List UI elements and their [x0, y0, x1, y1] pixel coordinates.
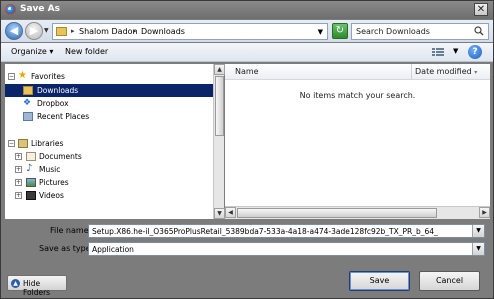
scroll-up-icon[interactable]: ▲	[214, 64, 225, 75]
libraries-icon	[18, 139, 28, 148]
save-as-dialog: Save As ✕ ◀ ▶ ▼ ▸ Shalom Dadon ▸ Downloa…	[0, 0, 494, 299]
file-name-field[interactable]: Setup.X86.he-il_O365ProPlusRetail_5389bd…	[88, 224, 485, 238]
list-scrollbar[interactable]: ◀ ▶	[225, 206, 490, 219]
chevron-right-icon: ▸	[133, 27, 137, 35]
scroll-left-icon[interactable]: ◀	[225, 207, 236, 218]
forward-arrow-icon: ▶	[29, 24, 39, 37]
sidebar-item-videos[interactable]: + Videos	[5, 189, 213, 202]
scroll-thumb[interactable]	[215, 76, 224, 136]
views-icon[interactable]	[432, 47, 444, 57]
sidebar-item-label: Music	[39, 165, 61, 174]
address-row: ◀ ▶ ▼ ▸ Shalom Dadon ▸ Downloads ▼ ↻ Sea…	[1, 20, 493, 42]
collapse-icon[interactable]: −	[8, 140, 15, 147]
search-placeholder: Search Downloads	[356, 27, 430, 36]
sidebar-item-recent-places[interactable]: Recent Places	[5, 110, 213, 123]
command-bar: Organize ▾ New folder ▼ ?	[1, 43, 493, 62]
hide-folders-label: Hide Folders	[23, 279, 51, 297]
sidebar-item-downloads[interactable]: Downloads	[5, 84, 213, 97]
chevron-right-icon: ▸	[71, 27, 75, 35]
navigation-pane: − ★ Favorites Downloads ❖ Dropbox Recent…	[5, 64, 213, 219]
pictures-icon	[26, 178, 36, 187]
back-arrow-icon: ◀	[9, 24, 19, 37]
nav-scrollbar[interactable]: ▲ ▼	[213, 64, 225, 219]
sidebar-item-label: Dropbox	[37, 99, 69, 108]
help-icon[interactable]: ?	[468, 45, 482, 59]
sidebar-item-dropbox[interactable]: ❖ Dropbox	[5, 97, 213, 110]
save-type-value: Application	[92, 245, 134, 254]
search-icon	[474, 26, 484, 36]
back-button[interactable]: ◀	[5, 22, 23, 40]
sidebar-item-music[interactable]: + ♪ Music	[5, 163, 213, 176]
documents-icon	[26, 152, 36, 161]
file-name-value: Setup.X86.he-il_O365ProPlusRetail_5389bd…	[92, 227, 438, 236]
column-header-date[interactable]: Date modified ▾	[415, 67, 477, 76]
save-type-label: Save as type:	[39, 244, 94, 253]
dialog-footer: ▲ Hide Folders Save Cancel	[1, 263, 493, 298]
chevron-down-icon[interactable]: ▼	[472, 225, 484, 237]
sidebar-item-label: Videos	[39, 191, 64, 200]
hide-folders-button[interactable]: ▲ Hide Folders	[7, 275, 67, 297]
organize-button[interactable]: Organize ▾	[11, 47, 53, 56]
expand-icon[interactable]: +	[15, 166, 22, 173]
history-dropdown-icon[interactable]: ▼	[44, 27, 49, 34]
empty-message: No items match your search.	[299, 91, 416, 100]
sidebar-item-label: Recent Places	[37, 112, 90, 121]
new-folder-button[interactable]: New folder	[65, 47, 108, 56]
file-list: Name Date modified ▾ No items match your…	[225, 64, 490, 206]
close-button[interactable]: ✕	[474, 3, 488, 16]
nav-libraries-label: Libraries	[31, 139, 64, 148]
sidebar-item-documents[interactable]: + Documents	[5, 150, 213, 163]
title-bar: Save As ✕	[1, 1, 493, 19]
forward-button[interactable]: ▶	[25, 22, 43, 40]
chevron-down-icon[interactable]: ▼	[318, 28, 323, 36]
scroll-thumb[interactable]	[237, 208, 437, 218]
dropbox-icon: ❖	[23, 98, 32, 108]
breadcrumb-user[interactable]: Shalom Dadon	[79, 27, 138, 36]
sidebar-item-pictures[interactable]: + Pictures	[5, 176, 213, 189]
chevron-up-icon: ▲	[11, 279, 20, 288]
views-dropdown-icon[interactable]: ▼	[453, 47, 458, 55]
browser-icon	[5, 4, 16, 15]
scroll-down-icon[interactable]: ▼	[214, 208, 225, 219]
music-icon: ♪	[26, 163, 33, 174]
save-type-select[interactable]: Application ▼	[88, 242, 485, 256]
sidebar-item-label: Downloads	[37, 86, 79, 95]
cancel-button[interactable]: Cancel	[419, 271, 480, 291]
refresh-icon: ↻	[335, 25, 345, 36]
address-bar[interactable]: ▸ Shalom Dadon ▸ Downloads ▼	[52, 23, 328, 40]
chevron-down-icon[interactable]: ▼	[472, 243, 484, 255]
folder-icon	[56, 27, 67, 36]
nav-favorites-label: Favorites	[31, 72, 65, 81]
window-title: Save As	[20, 4, 60, 14]
collapse-icon[interactable]: −	[8, 73, 15, 80]
save-fields: File name: Setup.X86.he-il_O365ProPlusRe…	[1, 221, 493, 261]
file-name-label: File name:	[50, 226, 92, 235]
scroll-right-icon[interactable]: ▶	[479, 207, 490, 218]
expand-icon[interactable]: +	[15, 179, 22, 186]
downloads-folder-icon	[23, 86, 33, 95]
nav-libraries[interactable]: − Libraries	[5, 137, 213, 150]
list-header: Name Date modified ▾	[225, 64, 490, 80]
sort-icon: ▾	[474, 69, 478, 76]
save-button[interactable]: Save	[349, 271, 410, 291]
expand-icon[interactable]: +	[15, 192, 22, 199]
column-divider	[411, 64, 412, 80]
column-header-name[interactable]: Name	[235, 67, 259, 76]
refresh-button[interactable]: ↻	[332, 23, 348, 39]
breadcrumb-downloads[interactable]: Downloads	[141, 27, 185, 36]
search-input[interactable]: Search Downloads	[351, 23, 489, 40]
star-icon: ★	[18, 70, 27, 81]
sidebar-item-label: Pictures	[39, 178, 69, 187]
expand-icon[interactable]: +	[15, 153, 22, 160]
recent-places-icon	[23, 112, 33, 121]
sidebar-item-label: Documents	[39, 152, 82, 161]
nav-favorites[interactable]: − ★ Favorites	[5, 70, 213, 83]
videos-icon	[26, 191, 36, 200]
